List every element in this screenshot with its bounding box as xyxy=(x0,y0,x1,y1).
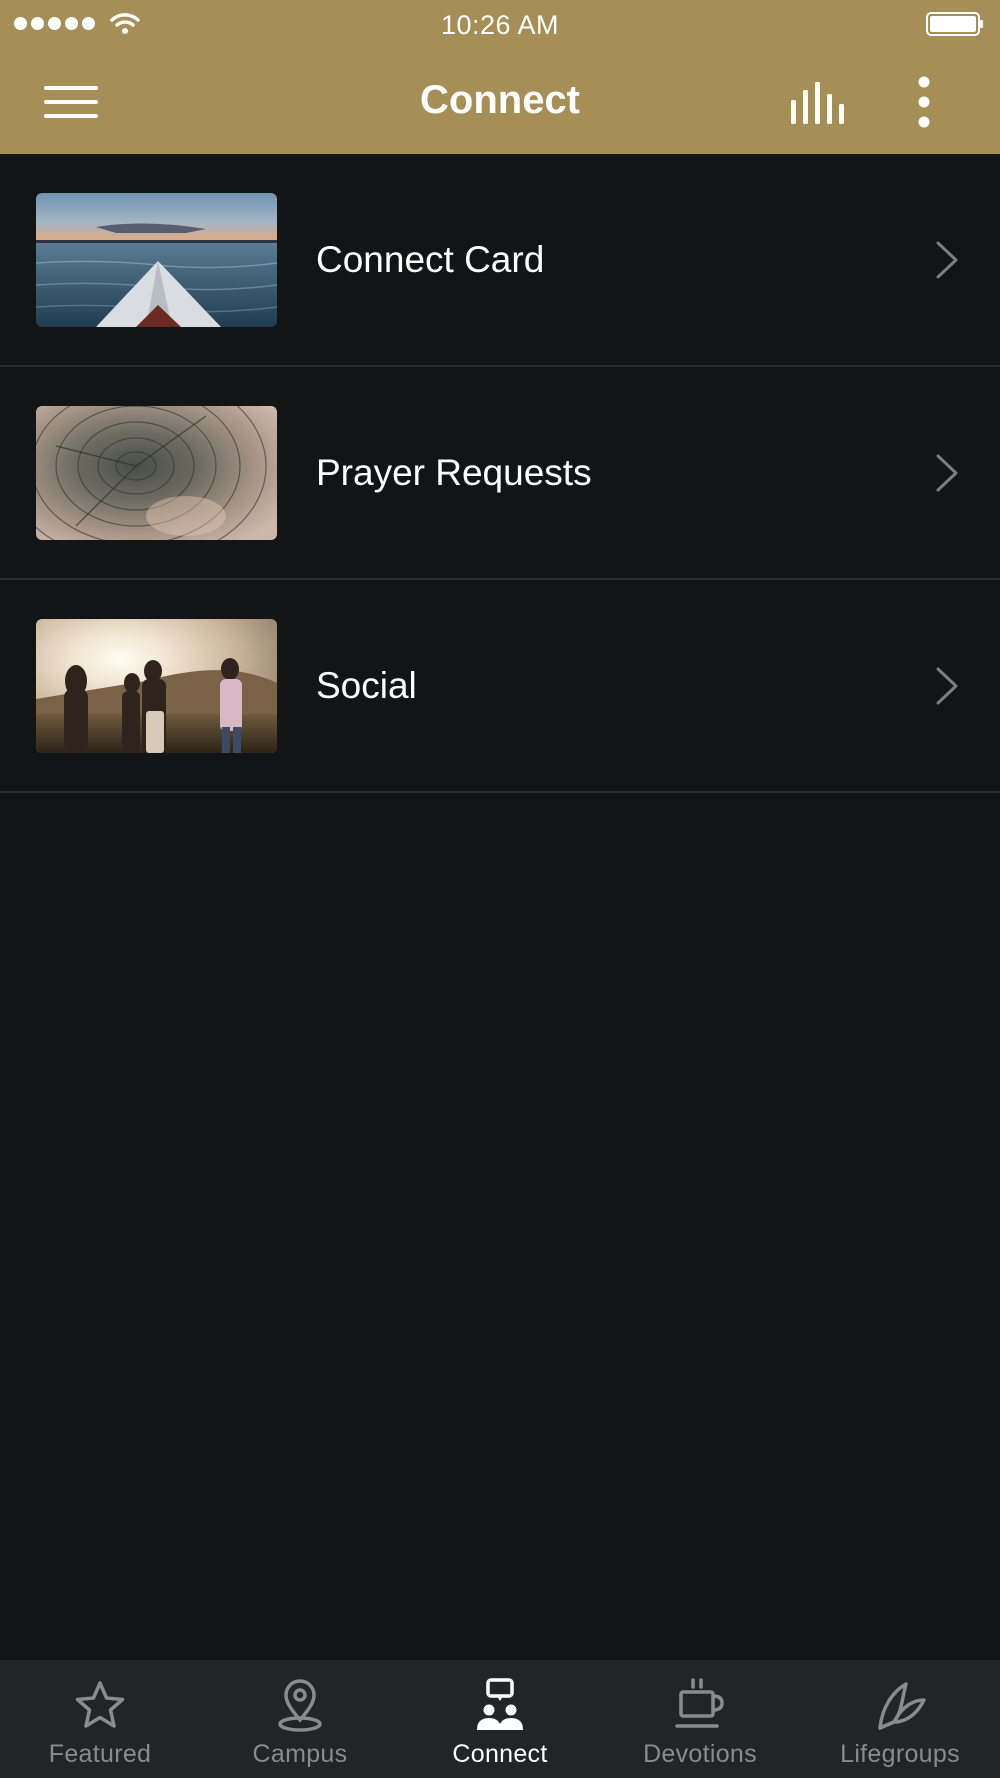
tab-label: Featured xyxy=(48,1740,152,1768)
app-header: 10:26 AM Connect xyxy=(0,0,1000,154)
star-icon xyxy=(75,1681,125,1728)
tab-campus[interactable]: Campus xyxy=(200,1660,400,1778)
list-item-connect-card[interactable]: Connect Card xyxy=(0,154,1000,367)
tree-rings-image xyxy=(36,406,277,540)
hamburger-menu-icon[interactable] xyxy=(44,82,104,122)
list-item-label: Connect Card xyxy=(316,239,545,280)
list-item-social[interactable]: Social xyxy=(0,580,1000,793)
nav-bar: Connect xyxy=(0,50,1000,154)
leaf-icon xyxy=(878,1682,926,1730)
status-bar: 10:26 AM xyxy=(0,0,1000,50)
bar-stats-icon[interactable] xyxy=(788,78,848,128)
tab-label: Campus xyxy=(252,1740,348,1768)
friends-sunset-image xyxy=(36,619,277,753)
tab-featured[interactable]: Featured xyxy=(0,1660,200,1778)
tab-devotions[interactable]: Devotions xyxy=(600,1660,800,1778)
list-item-label: Social xyxy=(316,665,417,706)
more-vertical-icon[interactable] xyxy=(908,74,940,130)
map-pin-icon xyxy=(278,1679,322,1732)
chevron-right-icon xyxy=(936,667,958,705)
tab-label: Lifegroups xyxy=(840,1740,960,1768)
tab-label: Devotions xyxy=(643,1740,757,1768)
tab-lifegroups[interactable]: Lifegroups xyxy=(800,1660,1000,1778)
chevron-right-icon xyxy=(936,454,958,492)
page-title: Connect xyxy=(420,78,580,122)
lake-kayak-image xyxy=(36,193,277,327)
coffee-cup-icon xyxy=(675,1678,724,1728)
list-item-label: Prayer Requests xyxy=(316,452,592,493)
tab-label: Connect xyxy=(452,1740,548,1768)
connect-list: Connect Card Prayer Requests Social xyxy=(0,154,1000,793)
list-item-prayer-requests[interactable]: Prayer Requests xyxy=(0,367,1000,580)
bottom-tab-bar: Featured Campus Connect Devotions Lifegr… xyxy=(0,1660,1000,1778)
status-time: 10:26 AM xyxy=(440,10,560,40)
chevron-right-icon xyxy=(936,241,958,279)
battery-icon xyxy=(926,12,983,36)
people-chat-icon xyxy=(477,1678,523,1730)
tab-connect[interactable]: Connect xyxy=(400,1660,600,1778)
